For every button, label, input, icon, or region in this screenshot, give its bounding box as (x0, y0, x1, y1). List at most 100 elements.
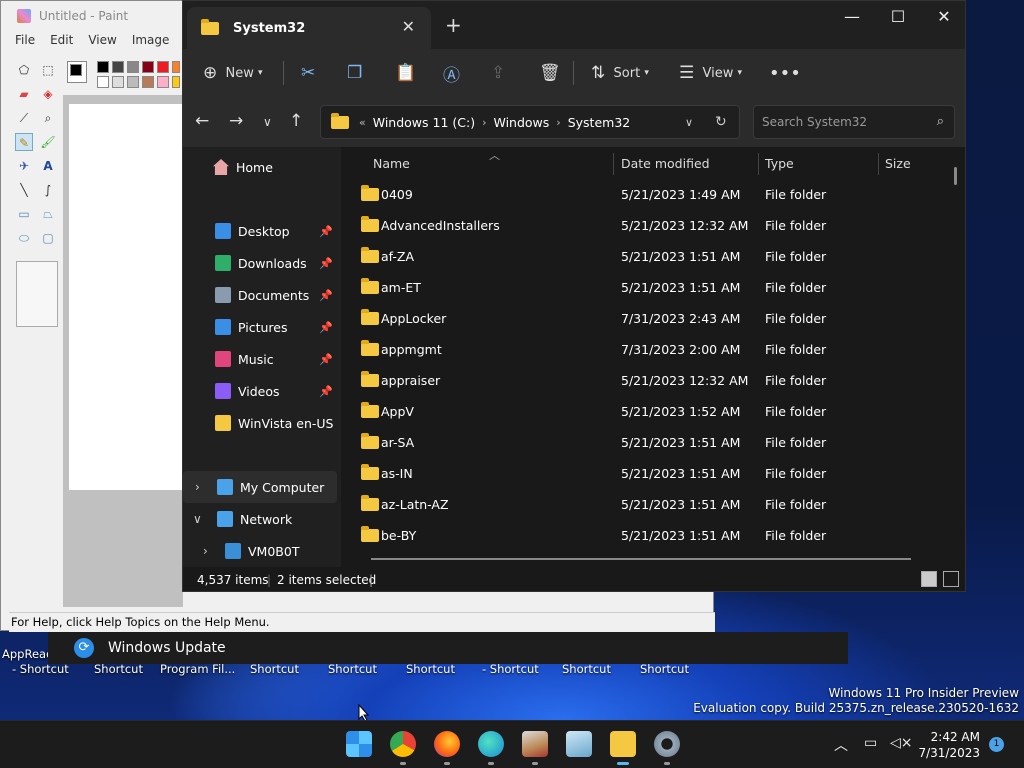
desktop-shortcut-label[interactable]: Shortcut (640, 662, 689, 676)
paste-button[interactable]: 📋 (395, 49, 416, 97)
refresh-icon[interactable]: ↻ (715, 114, 727, 130)
file-explorer-window[interactable]: System32 ✕ + — ☐ ✕ ⊕ New ▾ ✂ ❐ 📋 Ⓐ ⇪ 🗑 ⇅… (182, 0, 966, 592)
network-status-icon[interactable]: ▭ (864, 735, 877, 751)
table-row[interactable]: ar-SA 5/21/2023 1:51 AM File folder (341, 427, 951, 458)
table-row[interactable]: AdvancedInstallers 5/21/2023 12:32 AM File… (341, 210, 951, 241)
rounded-rect-icon[interactable]: ▢ (39, 229, 57, 247)
maximize-button[interactable]: ☐ (875, 7, 921, 26)
color-swatch[interactable] (172, 76, 180, 88)
windows-update-item[interactable]: ⟳ Windows Update (48, 632, 848, 664)
file-explorer-icon[interactable] (610, 731, 636, 765)
paint-menu-file[interactable]: File (15, 33, 35, 47)
desktop-shortcut-label[interactable]: Shortcut (328, 662, 377, 676)
sidebar-item-network[interactable]: ∨ Network (183, 503, 337, 535)
up-arrow-icon[interactable]: ↑ (289, 111, 303, 131)
free-select-icon[interactable]: ⬠ (15, 61, 33, 79)
edge-icon[interactable] (478, 731, 504, 765)
desktop-shortcut-label[interactable]: Program Fil... (160, 662, 235, 676)
fill-icon[interactable]: ◈ (39, 85, 57, 103)
sidebar-item-vm[interactable]: › VM0B0T (183, 535, 337, 567)
sidebar-item-my-computer[interactable]: › My Computer (183, 471, 337, 503)
clock[interactable]: 2:42 AM 7/31/2023 (918, 729, 980, 761)
sort-button[interactable]: ⇅ Sort ▾ (591, 49, 649, 97)
tiles-view-icon[interactable] (943, 571, 959, 587)
forward-arrow-icon[interactable]: → (229, 111, 243, 131)
color-swatch[interactable] (112, 61, 124, 73)
cut-button[interactable]: ✂ (301, 49, 315, 97)
color-swatch[interactable] (127, 61, 139, 73)
column-type[interactable]: Type (765, 156, 794, 171)
line-icon[interactable]: ╲ (15, 181, 33, 199)
close-window-button[interactable]: ✕ (921, 7, 967, 26)
column-separator[interactable] (613, 153, 614, 175)
chevron-right-icon[interactable]: › (556, 116, 560, 129)
primary-color[interactable] (70, 64, 82, 76)
search-box[interactable]: Search System32 ⌕ (753, 105, 955, 139)
desktop-icon-label[interactable]: AppRead (2, 647, 53, 661)
desktop-shortcut-label[interactable]: Shortcut (250, 662, 299, 676)
delete-button[interactable]: 🗑 (539, 49, 561, 97)
table-row[interactable]: af-ZA 5/21/2023 1:51 AM File folder (341, 241, 951, 272)
rectangle-icon[interactable]: ▭ (15, 205, 33, 223)
tab-system32[interactable]: System32 ✕ (187, 7, 431, 49)
color-swatch[interactable] (112, 76, 124, 88)
desktop-shortcut-label[interactable]: Shortcut (406, 662, 455, 676)
column-size[interactable]: Size (885, 156, 911, 171)
details-view-icon[interactable] (921, 571, 937, 587)
rename-button[interactable]: Ⓐ (443, 49, 460, 97)
table-row[interactable]: am-ET 5/21/2023 1:51 AM File folder (341, 272, 951, 303)
pencil-icon[interactable]: ✎ (15, 133, 33, 151)
ellipse-icon[interactable]: ⬭ (15, 229, 33, 247)
notepad-icon[interactable] (566, 731, 592, 757)
desktop-shortcut-label[interactable]: Shortcut (94, 662, 143, 676)
table-row[interactable]: be-BY 5/21/2023 1:51 AM File folder (341, 520, 951, 551)
airbrush-icon[interactable]: ✈ (15, 157, 33, 175)
table-row[interactable]: az-Latn-AZ 5/21/2023 1:51 AM File folder (341, 489, 951, 520)
color-swatch[interactable] (172, 61, 180, 73)
sidebar-item-quick-access[interactable]: WinVista en-US (183, 407, 337, 439)
notification-badge[interactable]: 1 (989, 737, 1004, 752)
color-swatch[interactable] (142, 76, 154, 88)
color-swatch[interactable] (97, 76, 109, 88)
horizontal-scrollbar[interactable] (371, 558, 911, 560)
table-row[interactable]: appmgmt 7/31/2023 2:00 AM File folder (341, 334, 951, 365)
color-swatch[interactable] (157, 76, 169, 88)
share-button[interactable]: ⇪ (491, 49, 505, 97)
column-date-modified[interactable]: Date modified (621, 156, 710, 171)
desktop-shortcut-label[interactable]: - Shortcut (12, 662, 69, 676)
copy-button[interactable]: ❐ (347, 49, 362, 97)
sidebar-item-quick-access[interactable]: Pictures 📌 (183, 311, 337, 343)
minimize-button[interactable]: — (829, 7, 875, 26)
settings-icon[interactable] (654, 731, 680, 765)
overflow-chevron-icon[interactable]: « (359, 116, 366, 129)
column-name[interactable]: Name (373, 156, 410, 171)
paint-icon[interactable] (522, 731, 548, 765)
color-picker-icon[interactable]: ⟋ (15, 109, 33, 127)
sidebar-item-quick-access[interactable]: Desktop 📌 (183, 215, 337, 247)
tool-options-box[interactable] (16, 261, 58, 327)
breadcrumb-system32[interactable]: System32 (568, 115, 631, 130)
paint-titlebar[interactable]: Untitled - Paint (1, 1, 201, 31)
sidebar-item-quick-access[interactable]: Music 📌 (183, 343, 337, 375)
expand-chevron-icon[interactable]: › (203, 544, 208, 558)
color-swatch[interactable] (127, 76, 139, 88)
sidebar-item-quick-access[interactable]: Downloads 📌 (183, 247, 337, 279)
eraser-icon[interactable]: ▰ (15, 85, 33, 103)
address-dropdown-icon[interactable]: ∨ (685, 116, 693, 129)
column-separator[interactable] (878, 153, 879, 175)
table-row[interactable]: AppV 5/21/2023 1:52 AM File folder (341, 396, 951, 427)
desktop-shortcut-label[interactable]: Shortcut (562, 662, 611, 676)
table-row[interactable]: AppLocker 7/31/2023 2:43 AM File folder (341, 303, 951, 334)
brush-icon[interactable]: 🖌 (39, 133, 57, 151)
text-icon[interactable]: A (39, 157, 57, 175)
rect-select-icon[interactable]: ⬚ (39, 61, 57, 79)
new-button[interactable]: ⊕ New ▾ (203, 49, 263, 97)
view-button[interactable]: ☰ View ▾ (679, 49, 742, 97)
close-tab-icon[interactable]: ✕ (402, 17, 415, 36)
address-bar[interactable]: « Windows 11 (C:) › Windows › System32 ∨… (320, 105, 740, 139)
paint-menu-view[interactable]: View (88, 33, 116, 47)
sidebar-item-quick-access[interactable]: Documents 📌 (183, 279, 337, 311)
table-row[interactable]: 0409 5/21/2023 1:49 AM File folder (341, 179, 951, 210)
new-tab-button[interactable]: + (445, 13, 462, 37)
desktop-shortcut-label[interactable]: - Shortcut (482, 662, 539, 676)
